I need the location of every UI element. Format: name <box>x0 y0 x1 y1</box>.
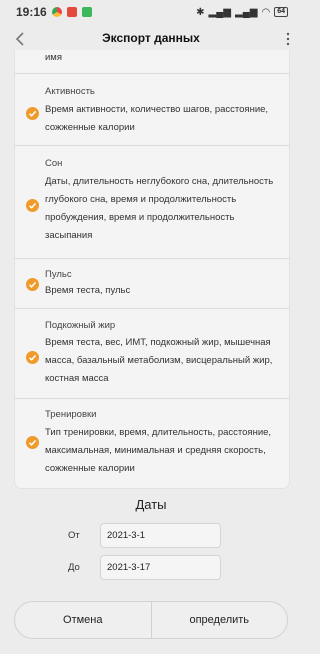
app-icon-red <box>66 7 77 17</box>
checkmark-icon[interactable] <box>26 351 39 364</box>
to-date-field[interactable]: 2021-3-17 <box>100 555 221 580</box>
option-title: Пульс <box>45 269 72 280</box>
signal-icon: ▂▄▆ <box>208 6 231 18</box>
checkmark-icon[interactable] <box>26 436 39 449</box>
dates-heading: Даты <box>135 497 167 512</box>
option-title: Тренировки <box>45 409 97 420</box>
signal-icon-2: ▂▄▆ <box>235 6 258 18</box>
more-options-icon[interactable] <box>284 30 292 48</box>
truncated-item-text: имя <box>45 52 62 63</box>
option-title: Подкожный жир <box>45 320 116 331</box>
option-sleep[interactable]: Сон Даты, длительность неглубокого сна, … <box>15 145 289 258</box>
action-buttons: Отмена определить <box>14 601 288 639</box>
option-description: Время теста, пульс <box>45 285 131 296</box>
option-activity[interactable]: Активность Время активности, количество … <box>15 73 289 145</box>
option-description: Время активности, количество шагов, расс… <box>45 104 269 133</box>
checkmark-icon[interactable] <box>26 278 39 291</box>
option-title: Сон <box>45 158 63 169</box>
option-description: Время теста, вес, ИМТ, подкожный жир, мы… <box>45 337 273 384</box>
status-right: ✱ ▂▄▆ ▂▄▆ ◠ 64 <box>196 7 288 18</box>
status-left: 19:16 <box>16 5 92 19</box>
option-title: Активность <box>45 86 95 97</box>
wifi-icon: ◠ <box>261 6 271 18</box>
option-description: Даты, длительность неглубокого сна, длит… <box>45 176 274 241</box>
export-options-card: имя Активность Время активности, количес… <box>14 50 290 489</box>
confirm-button[interactable]: определить <box>152 602 288 638</box>
bluetooth-icon: ✱ <box>196 6 205 18</box>
checkmark-icon[interactable] <box>26 107 39 120</box>
to-label: До <box>68 562 80 573</box>
option-heart-rate[interactable]: Пульс Время теста, пульс <box>15 258 289 308</box>
status-bar: 19:16 ✱ ▂▄▆ ▂▄▆ ◠ 64 <box>0 0 302 24</box>
option-body-fat[interactable]: Подкожный жир Время теста, вес, ИМТ, под… <box>15 308 289 398</box>
from-label: От <box>68 530 80 541</box>
chrome-icon <box>51 7 62 17</box>
page-title: Экспорт данных <box>102 31 200 45</box>
from-date-field[interactable]: 2021-3-1 <box>100 523 221 548</box>
option-description: Тип тренировки, время, длительность, рас… <box>45 427 272 474</box>
status-time: 19:16 <box>16 5 47 19</box>
app-icon-green <box>81 7 92 17</box>
option-workouts[interactable]: Тренировки Тип тренировки, время, длител… <box>15 398 289 488</box>
battery-icon: 64 <box>274 7 288 17</box>
checkmark-icon[interactable] <box>26 199 39 212</box>
cancel-button[interactable]: Отмена <box>15 602 151 638</box>
